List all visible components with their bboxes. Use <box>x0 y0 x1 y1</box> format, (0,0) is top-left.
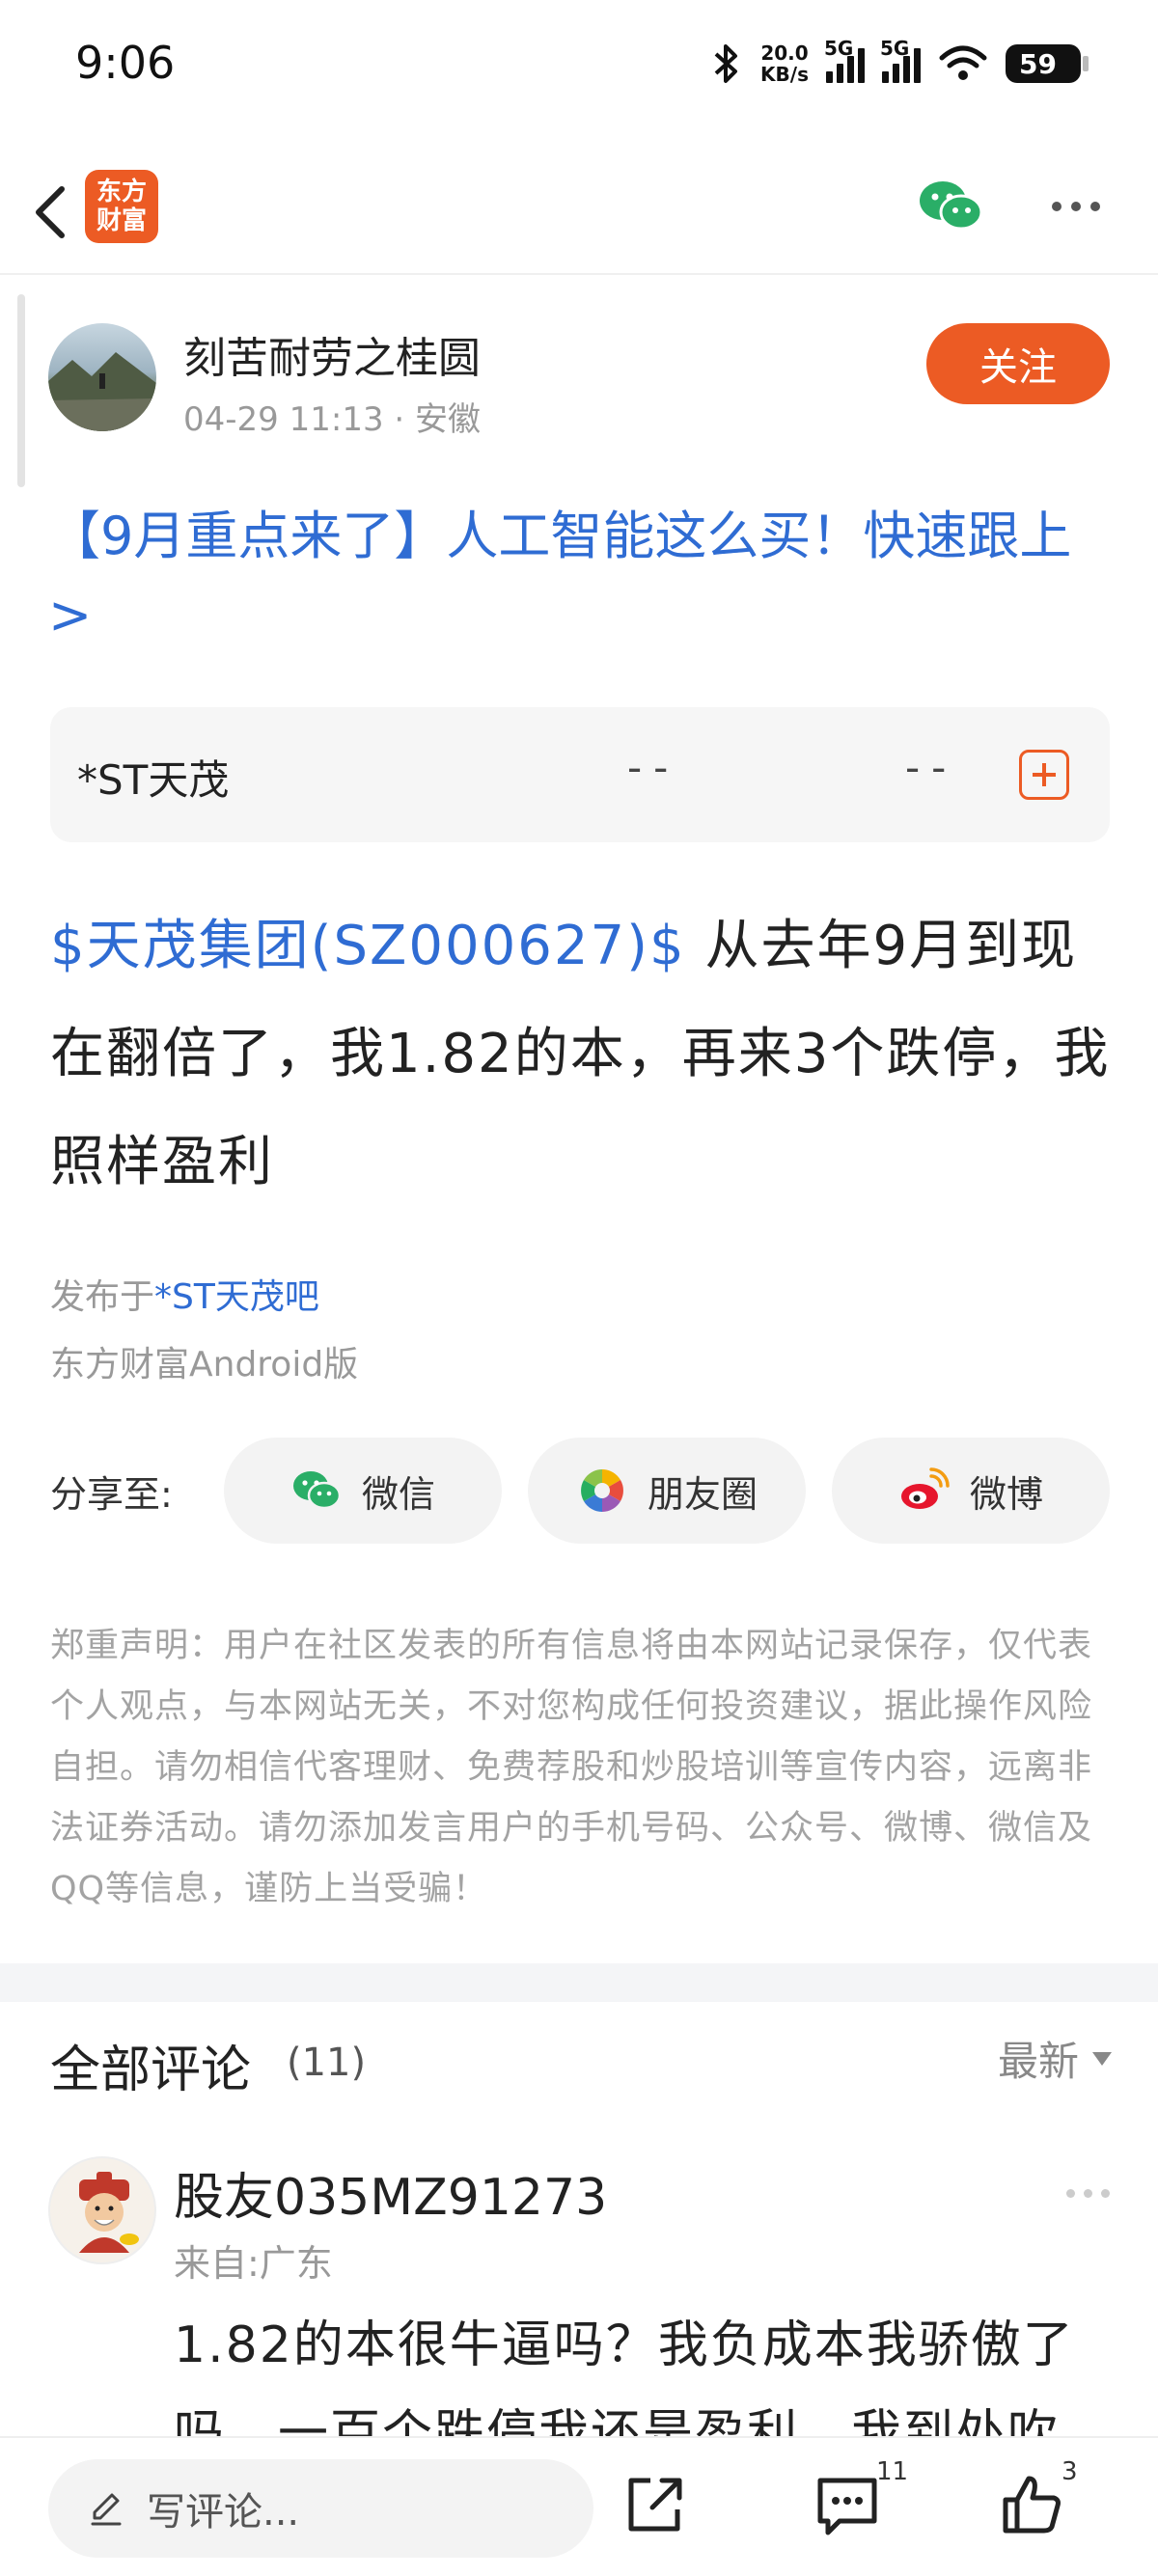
stock-name: *ST天茂 <box>77 756 230 804</box>
share-weibo-button[interactable]: 微博 <box>832 1438 1110 1544</box>
post-date: 04-29 11:13 <box>183 400 384 439</box>
more-options-button[interactable] <box>1042 187 1110 226</box>
disclaimer: 郑重声明：用户在社区发表的所有信息将由本网站记录保存，仅代表个人观点，与本网站无… <box>50 1627 1093 1908</box>
author-meta: 04-29 11:13 · 安徽 <box>183 393 481 440</box>
caret-down-icon <box>1092 2051 1112 2066</box>
share-weibo-label: 微博 <box>969 1472 1043 1516</box>
promo-link[interactable]: 【9月重点来了】人工智能这么买！快速跟上> <box>48 497 1110 655</box>
comments-header: 全部评论 (11) 最新 <box>50 2021 1112 2099</box>
signal-icon-2: 5G <box>880 37 921 83</box>
stock-change: -- <box>905 744 958 791</box>
comment-item: 股友035MZ91273 来自:广东 1.82的本很牛逼吗？我负成本我骄傲了吗，… <box>48 2156 1110 2552</box>
stock-link[interactable]: $天茂集团(SZ000627)$ <box>50 915 686 977</box>
status-icons: 20.0 KB/s 5G 5G 59 <box>710 35 1089 93</box>
status-bar: 9:06 20.0 KB/s 5G 5G 59 <box>0 0 1158 135</box>
back-button[interactable] <box>19 174 87 251</box>
client-line: 东方财富Android版 <box>50 1345 359 1384</box>
post-location: 安徽 <box>415 400 482 439</box>
pencil-icon <box>91 2493 122 2526</box>
like-count-badge: 3 <box>1062 2457 1078 2486</box>
section-divider <box>0 1963 1158 2002</box>
bar-link[interactable]: *ST天茂吧 <box>154 1277 319 1317</box>
stock-card[interactable]: *ST天茂 -- -- <box>50 707 1110 842</box>
commenter-name[interactable]: 股友035MZ91273 <box>174 2156 607 2229</box>
follow-button[interactable]: 关注 <box>926 323 1110 404</box>
wifi-icon <box>939 45 987 80</box>
meta-separator: · <box>394 400 405 439</box>
sort-label: 最新 <box>997 2038 1079 2085</box>
share-moments-label: 朋友圈 <box>647 1472 758 1516</box>
scroll-indicator <box>17 294 25 487</box>
nav-bar: 东方 财富 <box>0 154 1158 275</box>
publish-line: 发布于*ST天茂吧 <box>50 1269 319 1319</box>
comment-count-badge: 11 <box>876 2457 909 2486</box>
share-moments-button[interactable]: 朋友圈 <box>528 1438 806 1544</box>
wechat-icon <box>292 1471 342 1510</box>
weibo-icon <box>900 1467 950 1509</box>
like-button[interactable]: 3 <box>994 2457 1078 2544</box>
app-logo[interactable]: 东方 财富 <box>85 170 158 243</box>
commenter-avatar[interactable] <box>48 2156 156 2264</box>
author-row: 刻苦耐劳之桂圆 04-29 11:13 · 安徽 关注 <box>48 323 1110 439</box>
share-button[interactable] <box>618 2467 695 2544</box>
net-speed: 20.0 KB/s <box>760 42 809 85</box>
share-row: 分享至: 微信 朋友圈 微博 <box>50 1438 1112 1544</box>
commenter-location: 来自:广东 <box>174 2242 333 2285</box>
sort-dropdown[interactable]: 最新 <box>998 2029 1112 2088</box>
comment-button[interactable]: 11 <box>811 2457 908 2544</box>
share-label: 分享至: <box>50 1473 173 1516</box>
sim1-label: 5G <box>824 37 854 60</box>
author-avatar[interactable] <box>48 323 156 431</box>
write-comment-placeholder: 写评论... <box>147 2490 300 2535</box>
status-time: 9:06 <box>75 37 176 89</box>
author-name[interactable]: 刻苦耐劳之桂圆 <box>183 323 481 385</box>
bottom-action-bar: 写评论... 11 3 <box>0 2436 1158 2576</box>
comments-count: (11) <box>287 2041 367 2085</box>
wechat-share-icon[interactable] <box>917 176 984 237</box>
net-speed-unit: KB/s <box>760 63 809 86</box>
post-body: $天茂集团(SZ000627)$ 从去年9月到现在翻倍了，我1.82的本，再来3… <box>50 892 1112 1217</box>
share-wechat-label: 微信 <box>361 1472 435 1516</box>
logo-line-1: 东方 <box>96 178 147 206</box>
moments-icon <box>581 1469 623 1512</box>
write-comment-input[interactable]: 写评论... <box>48 2459 593 2558</box>
thumbs-up-icon <box>1003 2476 1061 2534</box>
bluetooth-icon <box>714 44 738 83</box>
sim2-label: 5G <box>880 37 910 60</box>
logo-line-2: 财富 <box>96 206 147 235</box>
comments-title: 全部评论 <box>50 2042 252 2099</box>
publish-prefix: 发布于 <box>50 1277 155 1317</box>
comment-more-button[interactable] <box>1066 2189 1110 2198</box>
net-speed-value: 20.0 <box>760 41 809 65</box>
add-watchlist-icon[interactable] <box>1019 750 1069 800</box>
stock-price: -- <box>627 744 680 791</box>
share-wechat-button[interactable]: 微信 <box>224 1438 502 1544</box>
battery-indicator: 59 <box>1006 44 1089 83</box>
signal-icon: 5G <box>824 37 865 83</box>
